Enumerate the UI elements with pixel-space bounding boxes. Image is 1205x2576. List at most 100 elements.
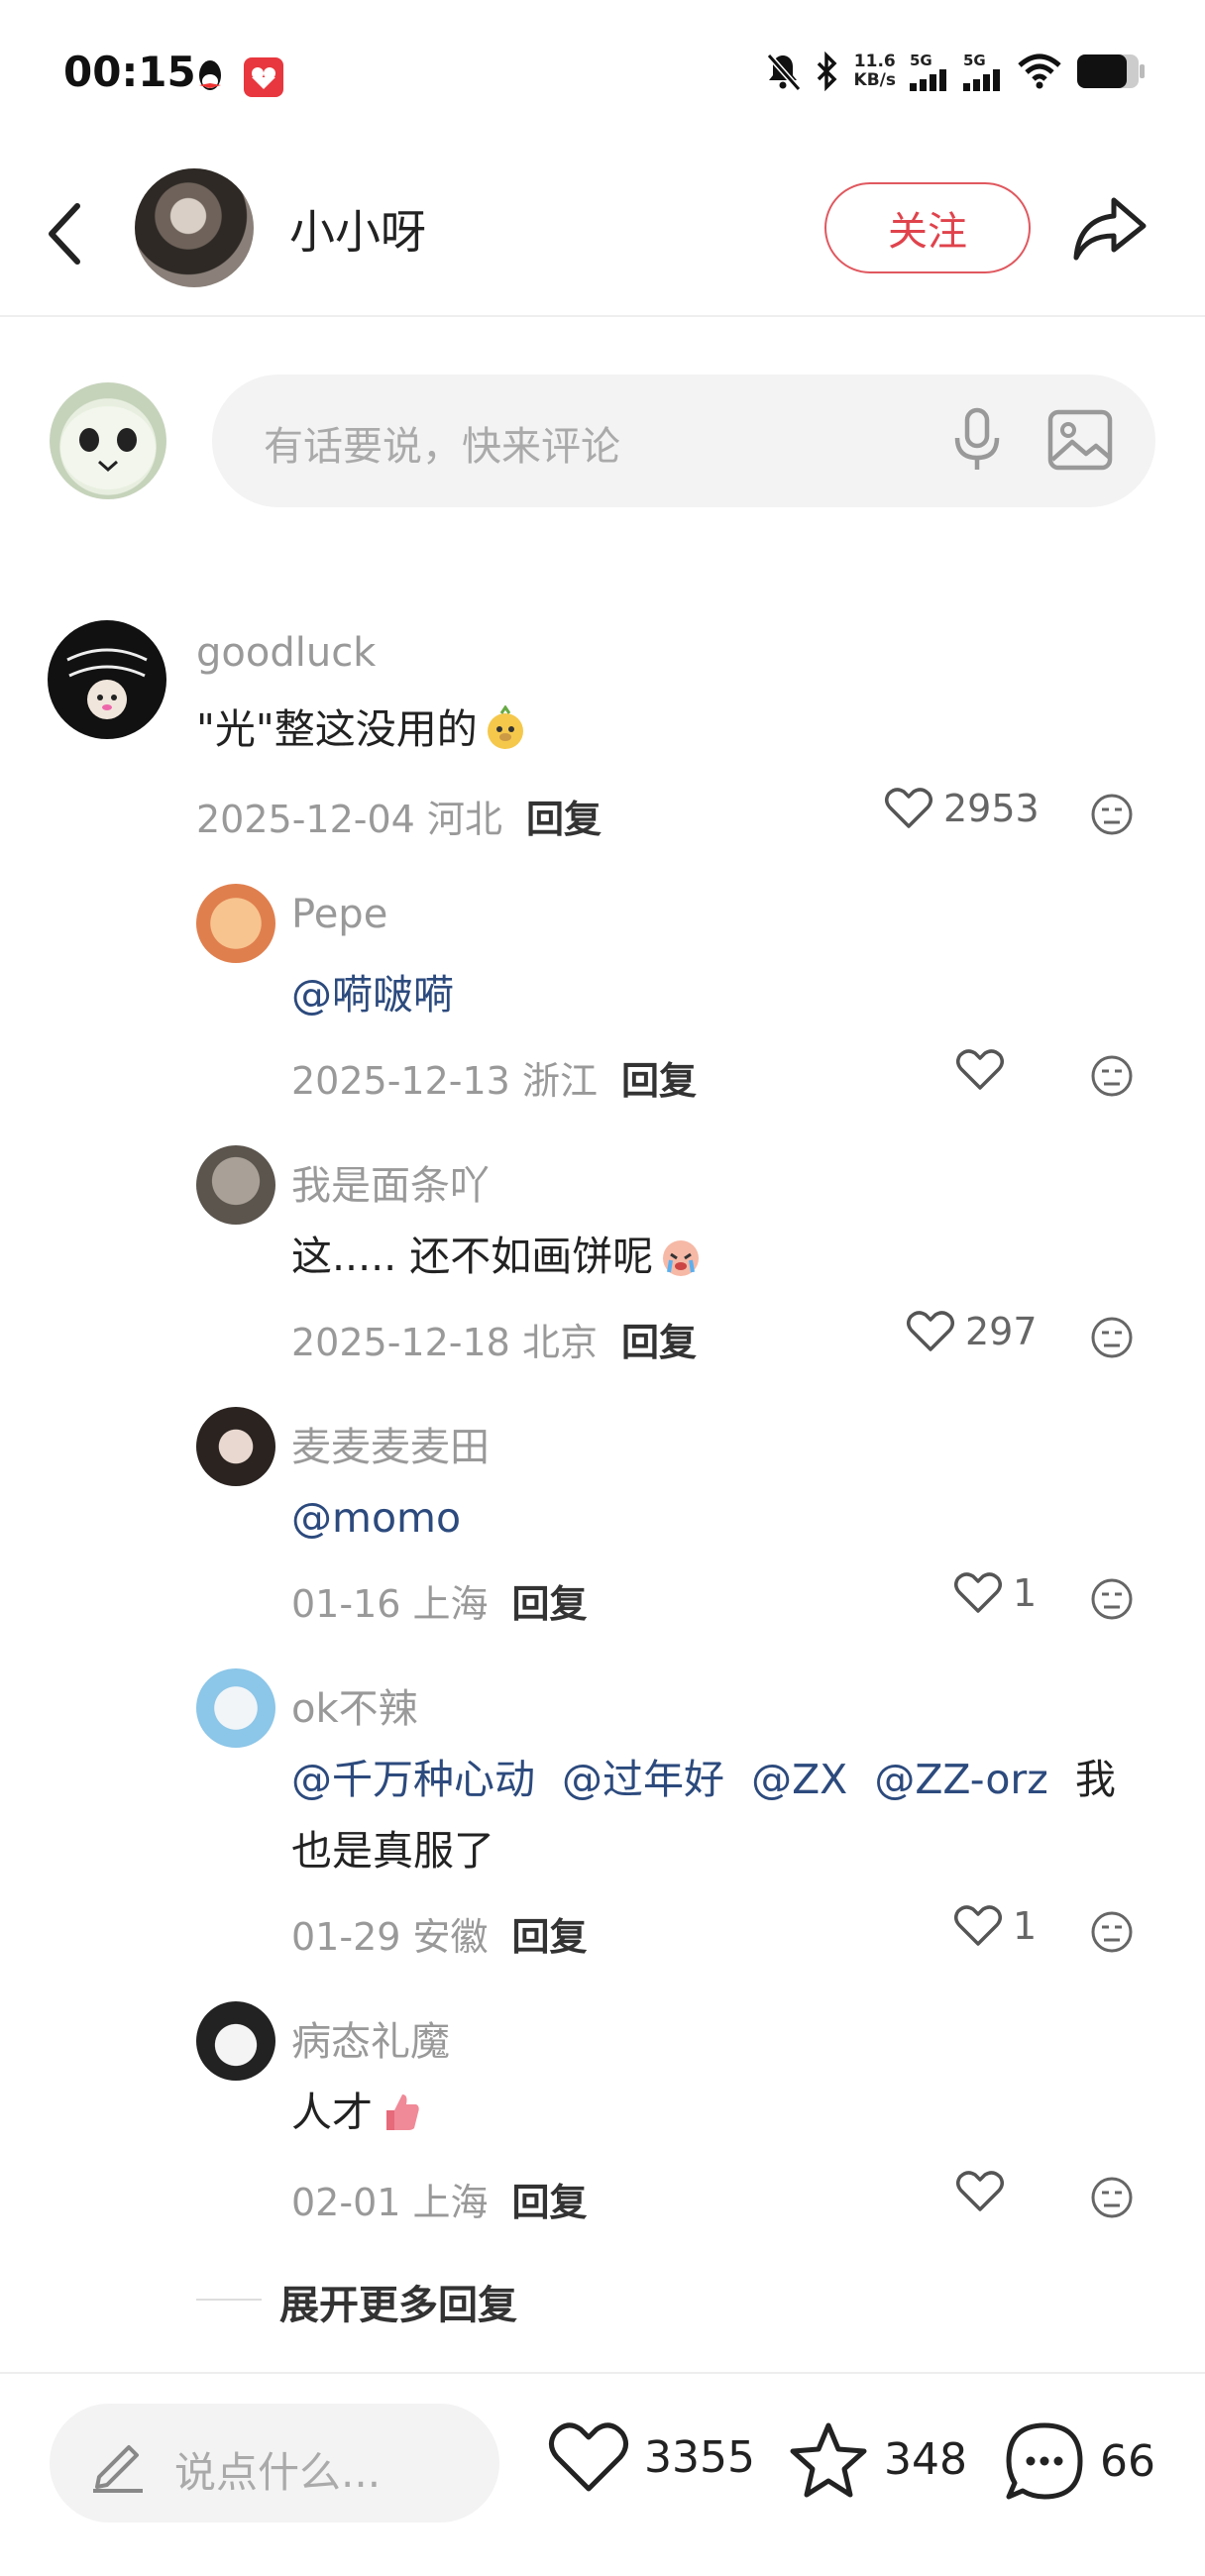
heart-icon [885, 788, 932, 828]
heart-icon [954, 1572, 1002, 1613]
mention-link[interactable]: @ZX [751, 1756, 847, 1803]
share-button[interactable] [1070, 188, 1150, 268]
reply-meta: 2025-12-13 浙江 回复 [291, 1059, 697, 1103]
image-icon [1047, 409, 1113, 471]
like-button[interactable] [955, 2170, 1005, 2213]
comment-username[interactable]: goodluck [196, 630, 376, 676]
my-avatar[interactable] [50, 382, 166, 499]
post-like-count: 3355 [644, 2431, 755, 2483]
reply-button[interactable]: 回复 [621, 1059, 697, 1103]
reply-mention[interactable]: @嗬啵嗬 [291, 959, 454, 1030]
reply-avatar[interactable] [196, 2001, 275, 2081]
back-button[interactable] [40, 196, 95, 271]
post-favorite-count: 348 [884, 2433, 967, 2485]
say-something-placeholder: 说点什么... [174, 2448, 382, 2497]
like-count: 297 [965, 1310, 1038, 1353]
dislike-icon[interactable] [1090, 1910, 1134, 1954]
like-count: 1 [1013, 1904, 1038, 1948]
like-button[interactable]: 1 [953, 1571, 1037, 1615]
reply-button[interactable]: 回复 [621, 1321, 697, 1364]
mute-icon [766, 54, 801, 91]
post-comment-button[interactable]: 66 [1003, 2419, 1155, 2503]
like-button[interactable] [955, 1048, 1005, 1092]
bluetooth-icon [817, 52, 837, 91]
net-speed: 11.6 KB/s [853, 52, 896, 90]
reply-avatar[interactable] [196, 1145, 275, 1225]
post-favorite-button[interactable]: 348 [787, 2419, 967, 2499]
reply-button[interactable]: 回复 [526, 798, 602, 841]
reply-mention[interactable]: @momo [291, 1482, 461, 1554]
battery-icon [1077, 54, 1145, 88]
comment-text: "光"整这没用的 [196, 694, 529, 765]
qq-notification-icon [194, 57, 226, 93]
star-icon [790, 2422, 867, 2498]
signal-2-icon: 5G [963, 52, 1003, 91]
reply-username[interactable]: 病态礼魔 [291, 2009, 450, 2067]
reply-avatar[interactable] [196, 1668, 275, 1748]
signal-1-icon: 5G [910, 52, 949, 91]
like-button[interactable]: 297 [906, 1310, 1038, 1353]
heart-icon [954, 1905, 1002, 1946]
post-header: 小小呀 关注 [0, 149, 1205, 317]
divider [196, 2299, 262, 2301]
say-something-input[interactable]: 说点什么... [50, 2404, 499, 2522]
dislike-icon[interactable] [1090, 1577, 1134, 1621]
comment-bubble-icon [1006, 2422, 1083, 2500]
image-upload-button[interactable] [1044, 404, 1116, 476]
status-time: 00:15 [63, 48, 196, 96]
reply-avatar[interactable] [196, 884, 275, 963]
chevron-left-icon [49, 203, 80, 265]
heart-icon [907, 1311, 954, 1351]
thumbs-up-emoji-icon [386, 2094, 419, 2130]
emoji-face-icon [487, 705, 523, 749]
reply-button[interactable]: 回复 [512, 1915, 588, 1959]
author-avatar[interactable] [135, 168, 254, 287]
heart-icon [956, 1049, 1004, 1090]
like-count: 2953 [943, 787, 1040, 830]
wifi-icon [1018, 54, 1061, 89]
heart-icon [549, 2422, 628, 2492]
reply-meta: 01-16 上海 回复 [291, 1582, 588, 1626]
reply-meta: 02-01 上海 回复 [291, 2181, 588, 2224]
dislike-icon[interactable] [1090, 1054, 1134, 1098]
reply-avatar[interactable] [196, 1407, 275, 1486]
expand-more-replies-button[interactable]: 展开更多回复 [279, 2273, 517, 2330]
reply-meta: 2025-12-18 北京 回复 [291, 1321, 697, 1364]
crying-emoji-icon [663, 1240, 700, 1276]
like-button[interactable]: 2953 [884, 787, 1040, 830]
mention-link[interactable]: @过年好 [562, 1756, 724, 1803]
comment-input-placeholder: 有话要说，快来评论 [264, 424, 620, 470]
reply-meta: 01-29 安徽 回复 [291, 1915, 588, 1959]
reply-text: 人才 [291, 2077, 424, 2148]
comment-avatar[interactable] [48, 620, 166, 739]
author-name[interactable]: 小小呀 [289, 196, 426, 262]
reply-text-line1: @千万种心动 @过年好 @ZX @ZZ-orz 我 [291, 1756, 1116, 1803]
reply-username[interactable]: Pepe [291, 892, 387, 937]
reply-username[interactable]: ok不辣 [291, 1676, 418, 1734]
reply-text: 这..... 还不如画饼呢 [291, 1221, 705, 1292]
like-button[interactable]: 1 [953, 1904, 1037, 1948]
dislike-icon[interactable] [1090, 793, 1134, 836]
heart-icon [956, 2171, 1004, 2211]
bottom-action-bar: 说点什么... 3355 348 66 [0, 2372, 1205, 2576]
post-comment-count: 66 [1100, 2435, 1155, 2487]
dislike-icon[interactable] [1090, 1316, 1134, 1359]
like-count: 1 [1013, 1571, 1038, 1615]
microphone-icon [954, 407, 1000, 470]
reply-username[interactable]: 我是面条吖 [291, 1153, 490, 1211]
follow-button[interactable]: 关注 [824, 182, 1031, 273]
mention-link[interactable]: @ZZ-orz [874, 1756, 1047, 1803]
reply-text-line2: 也是真服了 [291, 1827, 494, 1875]
reply-button[interactable]: 回复 [512, 2181, 588, 2224]
reply-button[interactable]: 回复 [512, 1582, 588, 1626]
dislike-icon[interactable] [1090, 2176, 1134, 2219]
voice-input-button[interactable] [941, 404, 1013, 476]
reply-username[interactable]: 麦麦麦麦田 [291, 1415, 490, 1472]
comment-input[interactable]: 有话要说，快来评论 [212, 375, 1155, 507]
app-notification-icon [244, 57, 283, 97]
share-icon [1073, 197, 1147, 261]
mention-link[interactable]: @千万种心动 [291, 1756, 535, 1803]
pencil-icon [93, 2445, 143, 2493]
post-like-button[interactable]: 3355 [547, 2419, 755, 2495]
status-icons: 11.6 KB/s 5G 5G [765, 52, 1146, 91]
